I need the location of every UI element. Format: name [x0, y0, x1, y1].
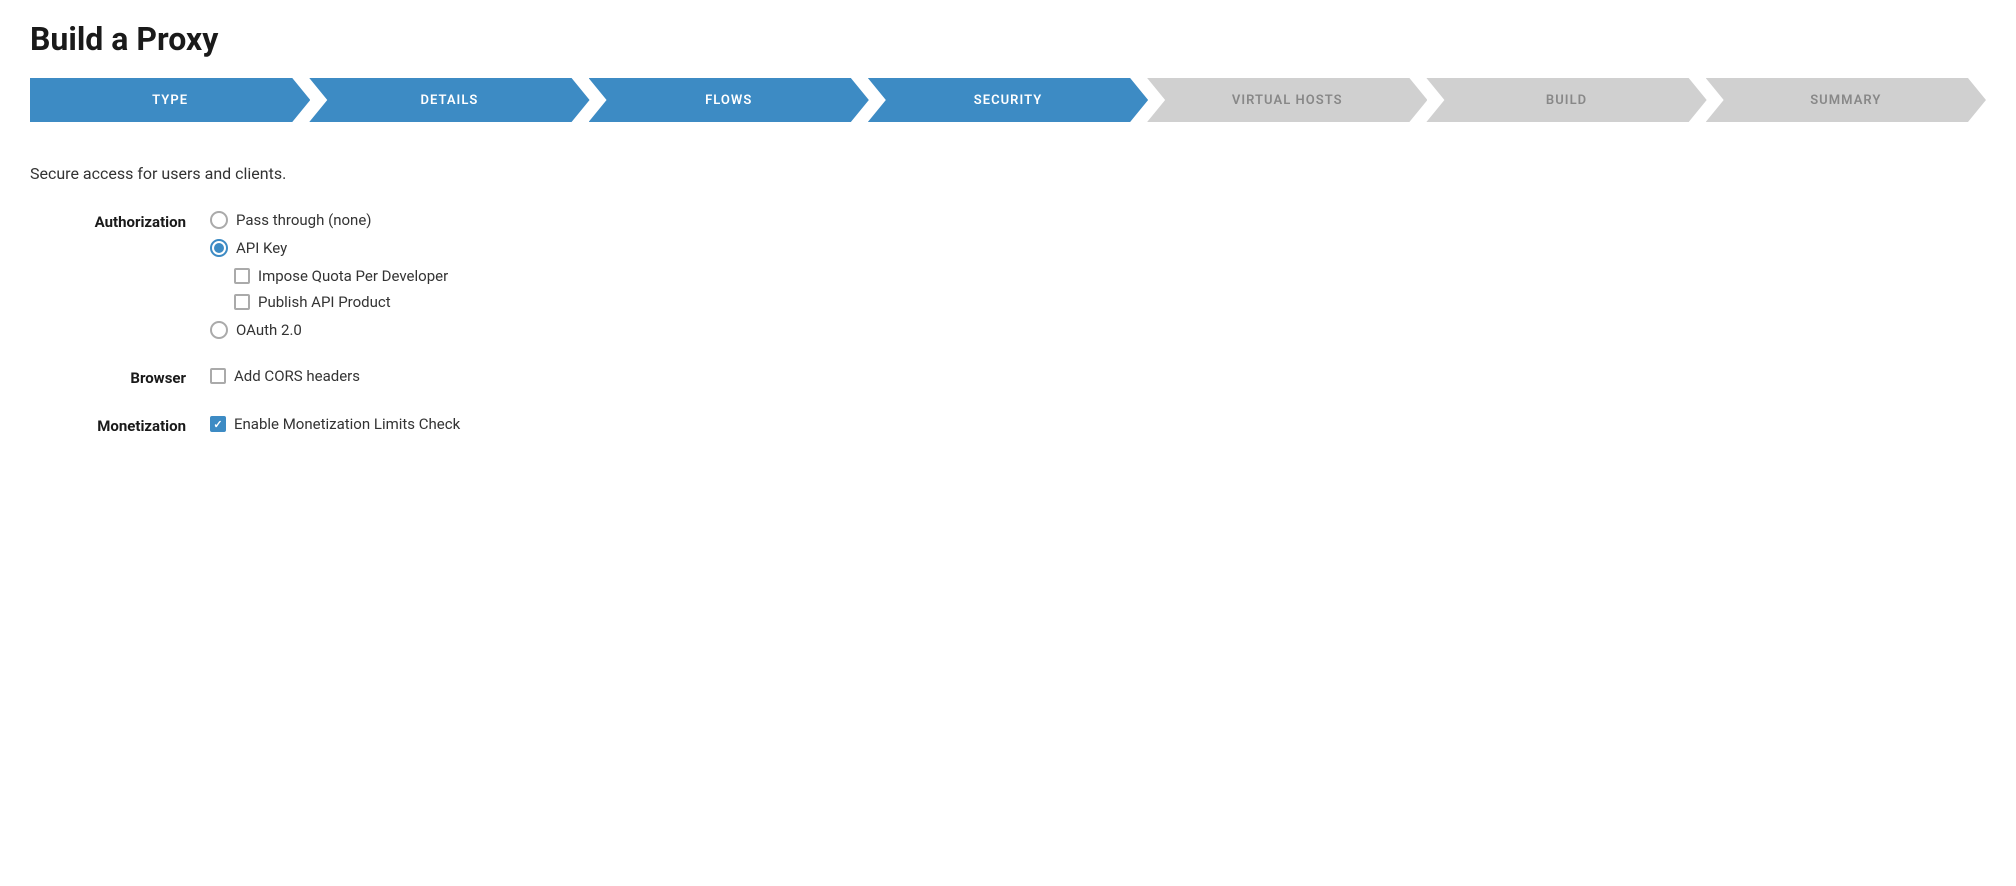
step-virtual-hosts[interactable]: VIRTUAL HOSTS — [1147, 78, 1427, 122]
section-label-browser: Browser — [30, 367, 210, 387]
radio-label-2: OAuth 2.0 — [236, 321, 302, 339]
controls-browser: Add CORS headers — [210, 367, 360, 385]
checkbox-label-0: Add CORS headers — [234, 367, 360, 385]
section-label-authorization: Authorization — [30, 211, 210, 231]
radio-authorization-2[interactable] — [210, 321, 228, 339]
controls-monetization: Enable Monetization Limits Check — [210, 415, 460, 433]
checkbox-browser-0[interactable] — [210, 368, 226, 384]
radio-item-1[interactable]: API Key — [210, 239, 448, 257]
radio-item-2[interactable]: OAuth 2.0 — [210, 321, 448, 339]
step-details[interactable]: DETAILS — [309, 78, 589, 122]
checkbox-label-0: Enable Monetization Limits Check — [234, 415, 460, 433]
checkbox-label-sub-1: Publish API Product — [258, 293, 391, 311]
section-monetization: Monetization Enable Monetization Limits C… — [30, 415, 1986, 435]
section-label-monetization: Monetization — [30, 415, 210, 435]
form-sections: Authorization Pass through (none) API Key I… — [30, 211, 1986, 435]
step-summary[interactable]: SUMMARY — [1706, 78, 1986, 122]
checkbox-authorization-sub-0[interactable] — [234, 268, 250, 284]
page-title: Build a Proxy — [30, 20, 1986, 58]
stepper: TYPEDETAILSFLOWSSECURITYVIRTUAL HOSTSBUI… — [30, 78, 1986, 122]
suboptions-authorization-1: Impose Quota Per Developer Publish API Pr… — [234, 267, 448, 311]
main-content: Secure access for users and clients. Aut… — [30, 154, 1986, 473]
step-flows[interactable]: FLOWS — [589, 78, 869, 122]
radio-authorization-0[interactable] — [210, 211, 228, 229]
controls-authorization: Pass through (none) API Key Impose Quota P… — [210, 211, 448, 339]
subtitle: Secure access for users and clients. — [30, 164, 1986, 183]
step-security[interactable]: SECURITY — [868, 78, 1148, 122]
radio-label-0: Pass through (none) — [236, 211, 372, 229]
step-type[interactable]: TYPE — [30, 78, 310, 122]
radio-item-0[interactable]: Pass through (none) — [210, 211, 448, 229]
checkbox-monetization-0[interactable] — [210, 416, 226, 432]
step-build[interactable]: BUILD — [1426, 78, 1706, 122]
checkbox-label-sub-0: Impose Quota Per Developer — [258, 267, 448, 285]
checkbox-sub-item-0[interactable]: Impose Quota Per Developer — [234, 267, 448, 285]
radio-label-1: API Key — [236, 239, 287, 257]
checkbox-item-0[interactable]: Enable Monetization Limits Check — [210, 415, 460, 433]
section-browser: Browser Add CORS headers — [30, 367, 1986, 387]
section-authorization: Authorization Pass through (none) API Key I… — [30, 211, 1986, 339]
checkbox-item-0[interactable]: Add CORS headers — [210, 367, 360, 385]
radio-authorization-1[interactable] — [210, 239, 228, 257]
checkbox-sub-item-1[interactable]: Publish API Product — [234, 293, 448, 311]
checkbox-authorization-sub-1[interactable] — [234, 294, 250, 310]
